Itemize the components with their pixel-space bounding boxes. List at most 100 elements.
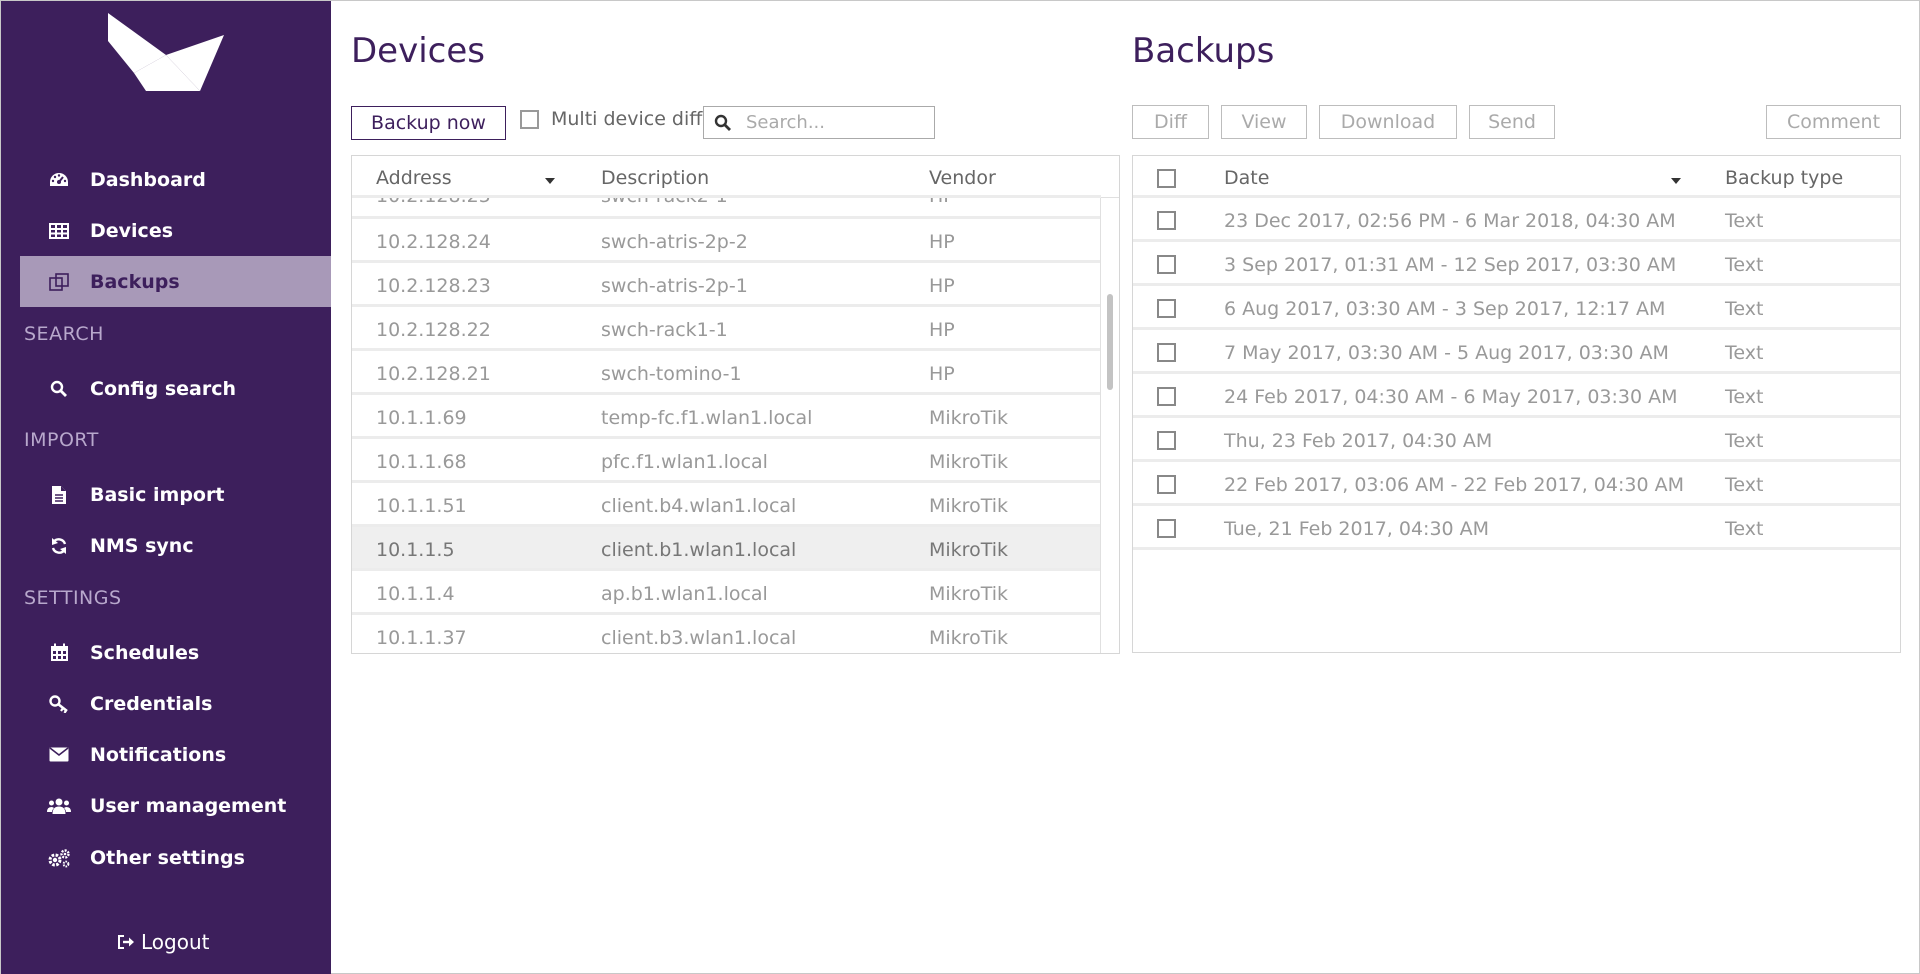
scrollbar-thumb[interactable] bbox=[1107, 294, 1113, 390]
column-header-description[interactable]: Description bbox=[601, 167, 709, 189]
cell-address: 10.1.1.68 bbox=[376, 451, 467, 473]
sort-desc-icon[interactable] bbox=[545, 178, 555, 184]
table-row[interactable]: 10.2.128.25 swch-rack2-1 HP bbox=[352, 197, 1101, 219]
row-checkbox[interactable] bbox=[1157, 299, 1176, 318]
sidebar-item-nms-sync[interactable]: NMS sync bbox=[20, 520, 331, 571]
select-all-checkbox[interactable] bbox=[1157, 169, 1176, 188]
devices-table: Address Description Vendor 10.2.128.25 s… bbox=[351, 155, 1120, 654]
row-checkbox[interactable] bbox=[1157, 387, 1176, 406]
file-icon bbox=[44, 485, 74, 505]
multi-device-diff-checkbox[interactable] bbox=[520, 109, 539, 129]
backups-table-header: Date Backup type bbox=[1133, 156, 1900, 198]
sidebar: Dashboard Devices Backups SEARCH Config … bbox=[1, 1, 331, 974]
view-button[interactable]: View bbox=[1221, 105, 1307, 139]
cell-date: 3 Sep 2017, 01:31 AM - 12 Sep 2017, 03:3… bbox=[1224, 254, 1677, 276]
sidebar-item-label: User management bbox=[90, 794, 287, 817]
logout-link[interactable]: Logout bbox=[117, 930, 209, 954]
sidebar-item-credentials[interactable]: Credentials bbox=[20, 678, 331, 729]
cell-date: 24 Feb 2017, 04:30 AM - 6 May 2017, 03:3… bbox=[1224, 386, 1678, 408]
column-header-address[interactable]: Address bbox=[376, 167, 452, 189]
row-checkbox[interactable] bbox=[1157, 475, 1176, 494]
column-header-backup-type[interactable]: Backup type bbox=[1725, 167, 1843, 189]
sidebar-item-other-settings[interactable]: Other settings bbox=[20, 832, 331, 883]
cell-address: 10.2.128.23 bbox=[376, 275, 491, 297]
row-checkbox[interactable] bbox=[1157, 211, 1176, 230]
app-logo-icon bbox=[108, 13, 224, 91]
cell-date: 7 May 2017, 03:30 AM - 5 Aug 2017, 03:30… bbox=[1224, 342, 1669, 364]
table-row[interactable]: Thu, 23 Feb 2017, 04:30 AM Text bbox=[1133, 418, 1900, 462]
diff-button[interactable]: Diff bbox=[1132, 105, 1209, 139]
section-label-import: IMPORT bbox=[24, 429, 99, 451]
search-input[interactable] bbox=[746, 112, 926, 133]
sidebar-item-schedules[interactable]: Schedules bbox=[20, 627, 331, 678]
cell-vendor: MikroTik bbox=[929, 539, 1008, 561]
multi-device-diff-toggle[interactable]: Multi device diff bbox=[520, 108, 702, 130]
row-checkbox[interactable] bbox=[1157, 255, 1176, 274]
send-button[interactable]: Send bbox=[1469, 105, 1555, 139]
table-row[interactable]: 10.2.128.22 swch-rack1-1 HP bbox=[352, 307, 1101, 351]
sidebar-item-notifications[interactable]: Notifications bbox=[20, 729, 331, 780]
sidebar-item-label: Basic import bbox=[90, 483, 225, 506]
cell-address: 10.1.1.5 bbox=[376, 539, 455, 561]
table-row[interactable]: 7 May 2017, 03:30 AM - 5 Aug 2017, 03:30… bbox=[1133, 330, 1900, 374]
comment-button[interactable]: Comment bbox=[1766, 105, 1901, 139]
sidebar-item-user-management[interactable]: User management bbox=[20, 780, 331, 831]
cell-backup-type: Text bbox=[1725, 342, 1764, 364]
backup-now-button[interactable]: Backup now bbox=[351, 106, 506, 140]
logout-label: Logout bbox=[141, 930, 210, 954]
table-row[interactable]: 10.2.128.23 swch-atris-2p-1 HP bbox=[352, 263, 1101, 307]
cell-date: 22 Feb 2017, 03:06 AM - 22 Feb 2017, 04:… bbox=[1224, 474, 1684, 496]
sidebar-item-backups[interactable]: Backups bbox=[20, 256, 331, 307]
sidebar-item-label: Dashboard bbox=[90, 168, 206, 191]
cell-description: swch-rack1-1 bbox=[601, 319, 728, 341]
backups-table: Date Backup type 23 Dec 2017, 02:56 PM -… bbox=[1132, 155, 1901, 653]
gears-icon bbox=[44, 848, 74, 868]
sidebar-item-config-search[interactable]: Config search bbox=[20, 363, 331, 414]
table-row[interactable]: 6 Aug 2017, 03:30 AM - 3 Sep 2017, 12:17… bbox=[1133, 286, 1900, 330]
section-label-search: SEARCH bbox=[24, 323, 104, 345]
scrollbar-header-cap bbox=[1101, 156, 1119, 198]
copy-icon bbox=[44, 272, 74, 291]
column-header-vendor[interactable]: Vendor bbox=[929, 167, 996, 189]
sort-desc-icon[interactable] bbox=[1671, 178, 1681, 184]
download-button[interactable]: Download bbox=[1319, 105, 1457, 139]
cell-description: swch-rack2-1 bbox=[601, 197, 728, 207]
sign-out-icon bbox=[117, 934, 135, 950]
cell-description: client.b1.wlan1.local bbox=[601, 539, 797, 561]
cell-vendor: HP bbox=[929, 231, 955, 253]
sidebar-item-dashboard[interactable]: Dashboard bbox=[20, 154, 331, 205]
table-row[interactable]: 10.2.128.24 swch-atris-2p-2 HP bbox=[352, 219, 1101, 263]
table-row[interactable]: 3 Sep 2017, 01:31 AM - 12 Sep 2017, 03:3… bbox=[1133, 242, 1900, 286]
sidebar-item-label: Schedules bbox=[90, 641, 200, 664]
table-row[interactable]: 10.2.128.21 swch-tomino-1 HP bbox=[352, 351, 1101, 395]
table-row[interactable]: 22 Feb 2017, 03:06 AM - 22 Feb 2017, 04:… bbox=[1133, 462, 1900, 506]
cell-vendor: MikroTik bbox=[929, 583, 1008, 605]
cell-date: 23 Dec 2017, 02:56 PM - 6 Mar 2018, 04:3… bbox=[1224, 210, 1676, 232]
device-search[interactable] bbox=[703, 106, 935, 139]
sidebar-item-devices[interactable]: Devices bbox=[20, 205, 331, 256]
sidebar-item-label: Config search bbox=[90, 377, 236, 400]
table-row[interactable]: 10.1.1.4 ap.b1.wlan1.local MikroTik bbox=[352, 571, 1101, 615]
cell-description: swch-atris-2p-1 bbox=[601, 275, 748, 297]
table-icon bbox=[44, 222, 74, 239]
table-row[interactable]: 10.1.1.5 client.b1.wlan1.local MikroTik bbox=[352, 527, 1101, 571]
table-row[interactable]: 24 Feb 2017, 04:30 AM - 6 May 2017, 03:3… bbox=[1133, 374, 1900, 418]
column-header-date[interactable]: Date bbox=[1224, 167, 1269, 189]
backups-title: Backups bbox=[1132, 31, 1275, 71]
table-row[interactable]: 23 Dec 2017, 02:56 PM - 6 Mar 2018, 04:3… bbox=[1133, 198, 1900, 242]
table-row[interactable]: 10.1.1.68 pfc.f1.wlan1.local MikroTik bbox=[352, 439, 1101, 483]
table-row[interactable]: 10.1.1.37 client.b3.wlan1.local MikroTik bbox=[352, 615, 1101, 653]
devices-scrollbar[interactable] bbox=[1100, 156, 1119, 653]
cell-vendor: HP bbox=[929, 319, 955, 341]
cell-backup-type: Text bbox=[1725, 254, 1764, 276]
sidebar-item-label: Devices bbox=[90, 219, 174, 242]
key-icon bbox=[44, 694, 74, 713]
row-checkbox[interactable] bbox=[1157, 431, 1176, 450]
table-row[interactable]: 10.1.1.51 client.b4.wlan1.local MikroTik bbox=[352, 483, 1101, 527]
table-row[interactable]: 10.1.1.69 temp-fc.f1.wlan1.local MikroTi… bbox=[352, 395, 1101, 439]
row-checkbox[interactable] bbox=[1157, 519, 1176, 538]
sidebar-item-basic-import[interactable]: Basic import bbox=[20, 469, 331, 520]
users-icon bbox=[44, 797, 74, 815]
table-row[interactable]: Tue, 21 Feb 2017, 04:30 AM Text bbox=[1133, 506, 1900, 550]
row-checkbox[interactable] bbox=[1157, 343, 1176, 362]
